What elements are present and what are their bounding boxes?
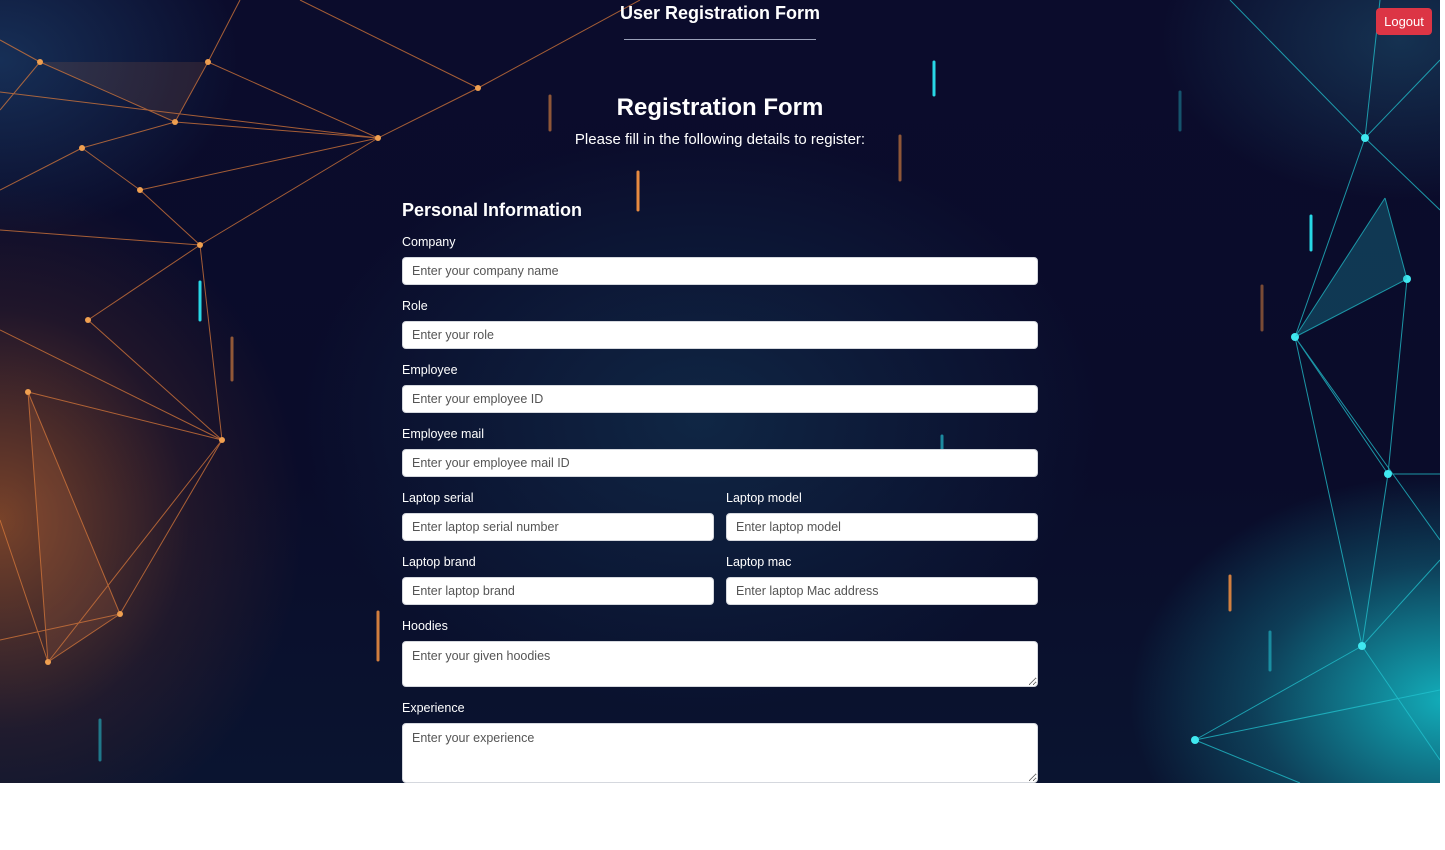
role-label: Role (402, 299, 428, 313)
laptop-model-label: Laptop model (726, 491, 802, 505)
laptop-model-input[interactable] (726, 513, 1038, 541)
employee-id-input[interactable] (402, 385, 1038, 413)
company-input[interactable] (402, 257, 1038, 285)
laptop-mac-input[interactable] (726, 577, 1038, 605)
laptop-mac-label: Laptop mac (726, 555, 792, 569)
laptop-serial-input[interactable] (402, 513, 714, 541)
page-header-title: User Registration Form (619, 3, 821, 23)
employee-mail-input[interactable] (402, 449, 1038, 477)
registration-form: Personal Information (402, 198, 1038, 227)
form-subtitle: Please fill in the following details to … (574, 131, 866, 148)
company-label: Company (402, 235, 456, 249)
laptop-brand-label: Laptop brand (402, 555, 476, 569)
hoodies-label: Hoodies (402, 619, 448, 633)
hoodies-textarea[interactable] (402, 641, 1038, 687)
laptop-serial-label: Laptop serial (402, 491, 474, 505)
role-input[interactable] (402, 321, 1038, 349)
laptop-brand-input[interactable] (402, 577, 714, 605)
form-title: Registration Form (616, 94, 824, 121)
logout-button[interactable]: Logout (1376, 8, 1432, 35)
employee-mail-label: Employee mail (402, 427, 484, 441)
employee-label: Employee (402, 363, 458, 377)
experience-label: Experience (402, 701, 465, 715)
section-heading-personal-information: Personal Information (402, 200, 583, 220)
experience-textarea[interactable] (402, 723, 1038, 783)
header-divider (624, 39, 816, 40)
